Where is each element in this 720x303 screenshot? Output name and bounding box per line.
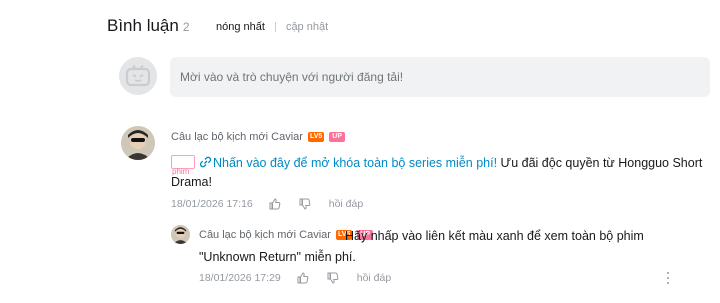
reply-content: Hãy nhấp vào liên kết màu xanh để xem to… (199, 226, 699, 268)
reply-button[interactable]: hồi đáp (329, 198, 363, 210)
comment-input-placeholder: Mời vào và trò chuyện với người đăng tải… (180, 70, 404, 84)
promo-link[interactable]: Nhấn vào đây để mở khóa toàn bộ series m… (213, 156, 497, 170)
level-badge: LV5 (307, 132, 325, 142)
tag-badge: phim (171, 155, 195, 176)
reply-button[interactable]: hồi đáp (357, 272, 391, 284)
reply-text: Hãy nhấp vào liên kết màu xanh để xem to… (199, 229, 644, 264)
default-avatar-icon (125, 65, 151, 87)
link-icon (199, 156, 212, 168)
sort-hot-tab[interactable]: nóng nhất (216, 21, 265, 33)
more-icon[interactable] (665, 272, 671, 284)
thumb-up-icon[interactable] (269, 198, 281, 210)
sort-options: nóng nhất cập nhật (216, 21, 328, 33)
tag-label: phim (172, 167, 190, 176)
thumb-down-icon[interactable] (327, 272, 339, 284)
comment-header: Bình luận 2 (107, 16, 190, 40)
comments-title: Bình luận (107, 16, 179, 35)
current-user-avatar[interactable] (119, 57, 157, 95)
reply-meta: 18/01/2026 17:29 hồi đáp (199, 272, 391, 284)
sort-new-tab[interactable]: cập nhật (286, 21, 328, 33)
reply-user-avatar[interactable] (171, 225, 190, 244)
sort-divider (274, 22, 276, 32)
up-badge: UP (329, 132, 345, 142)
comment-input[interactable]: Mời vào và trò chuyện với người đăng tải… (170, 57, 710, 97)
thumb-up-icon[interactable] (297, 272, 309, 284)
comment-time: 18/01/2026 17:16 (171, 198, 253, 210)
comments-count: 2 (182, 20, 190, 34)
comment-username[interactable]: Câu lạc bộ kịch mới Caviar LV5 UP (171, 131, 345, 143)
user-avatar[interactable] (121, 126, 155, 160)
comment-meta: 18/01/2026 17:16 hồi đáp (171, 198, 363, 210)
avatar-image (121, 126, 155, 160)
reply-time: 18/01/2026 17:29 (199, 272, 281, 284)
username-text[interactable]: Câu lạc bộ kịch mới Caviar (171, 131, 303, 143)
avatar-image (171, 225, 190, 244)
thumb-down-icon[interactable] (299, 198, 311, 210)
comment-content: phim Nhấn vào đây để mở khóa toàn bộ seri… (171, 154, 711, 192)
